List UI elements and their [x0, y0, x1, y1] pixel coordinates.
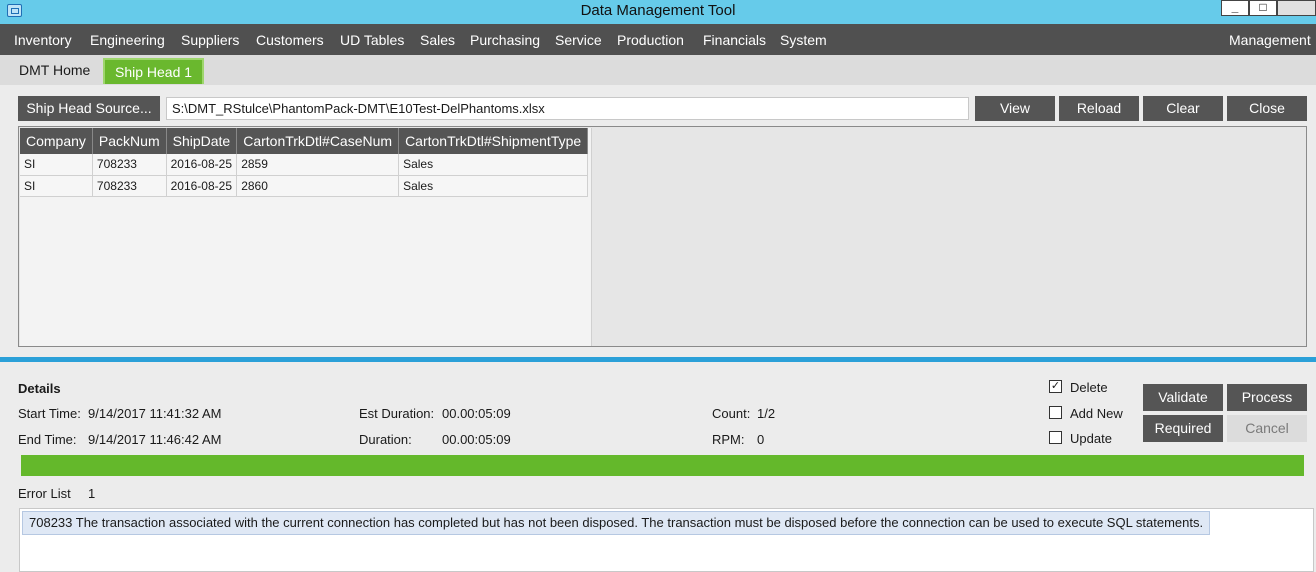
- update-checkbox[interactable]: [1049, 431, 1062, 444]
- column-header-shipmenttype[interactable]: CartonTrkDtl#ShipmentType: [398, 128, 589, 154]
- update-label: Update: [1070, 431, 1112, 446]
- menu-item-management[interactable]: Management: [1229, 32, 1311, 48]
- table-row[interactable]: SI 708233 2016-08-25 2860 Sales: [20, 175, 589, 197]
- grid-header-row: Company PackNum ShipDate CartonTrkDtl#Ca…: [20, 128, 589, 154]
- table-cell[interactable]: 2860: [236, 175, 400, 197]
- details-heading: Details: [18, 381, 61, 396]
- error-list-label: Error List: [18, 486, 71, 501]
- start-time-value: 9/14/2017 11:41:32 AM: [88, 406, 222, 421]
- progress-fill: [21, 455, 1304, 476]
- menu-item-sales[interactable]: Sales: [420, 32, 455, 48]
- title-bar: Data Management Tool _ □: [0, 0, 1316, 24]
- validate-button[interactable]: Validate: [1143, 384, 1223, 411]
- required-button[interactable]: Required: [1143, 415, 1223, 442]
- window-title: Data Management Tool: [580, 2, 736, 19]
- column-header-casenum[interactable]: CartonTrkDtl#CaseNum: [236, 128, 400, 154]
- view-button[interactable]: View: [975, 96, 1055, 121]
- menu-bar: Inventory Engineering Suppliers Customer…: [0, 24, 1316, 55]
- tab-dmt-home[interactable]: DMT Home: [9, 58, 100, 84]
- table-cell[interactable]: 2859: [236, 154, 400, 176]
- table-cell[interactable]: 708233: [92, 175, 167, 197]
- clear-button[interactable]: Clear: [1143, 96, 1223, 121]
- start-time-label: Start Time:: [18, 406, 81, 421]
- count-label: Count:: [712, 406, 751, 421]
- source-button[interactable]: Ship Head Source...: [18, 96, 160, 121]
- close-button[interactable]: Close: [1227, 96, 1307, 121]
- source-path-field[interactable]: S:\DMT_RStulce\PhantomPack-DMT\E10Test-D…: [166, 97, 969, 120]
- error-list[interactable]: 708233 The transaction associated with t…: [19, 508, 1314, 572]
- menu-item-production[interactable]: Production: [617, 32, 684, 48]
- duration-value: 00.00:05:09: [442, 432, 511, 447]
- tab-strip: DMT Home Ship Head 1: [0, 55, 1316, 85]
- data-grid[interactable]: Company PackNum ShipDate CartonTrkDtl#Ca…: [20, 128, 592, 346]
- table-cell[interactable]: Sales: [398, 154, 589, 176]
- column-header-company[interactable]: Company: [20, 128, 93, 154]
- menu-item-customers[interactable]: Customers: [256, 32, 324, 48]
- cancel-button: Cancel: [1227, 415, 1307, 442]
- count-value: 1/2: [757, 406, 776, 421]
- table-cell[interactable]: 2016-08-25: [166, 175, 238, 197]
- rpm-value: 0: [757, 432, 765, 447]
- list-item[interactable]: 708233 The transaction associated with t…: [22, 511, 1211, 535]
- menu-item-service[interactable]: Service: [555, 32, 602, 48]
- menu-item-suppliers[interactable]: Suppliers: [181, 32, 239, 48]
- process-button[interactable]: Process: [1227, 384, 1307, 411]
- end-time-label: End Time:: [18, 432, 77, 447]
- table-cell[interactable]: 2016-08-25: [166, 154, 238, 176]
- error-count: 1: [88, 486, 96, 501]
- menu-item-engineering[interactable]: Engineering: [90, 32, 165, 48]
- menu-item-ud-tables[interactable]: UD Tables: [340, 32, 404, 48]
- maximize-button[interactable]: □: [1249, 0, 1277, 16]
- est-duration-value: 00.00:05:09: [442, 406, 511, 421]
- table-cell[interactable]: SI: [20, 175, 93, 197]
- add-new-checkbox[interactable]: [1049, 406, 1062, 419]
- delete-label: Delete: [1070, 380, 1108, 395]
- delete-checkbox[interactable]: ✓: [1049, 380, 1062, 393]
- table-cell[interactable]: 708233: [92, 154, 167, 176]
- minimize-button[interactable]: _: [1221, 0, 1249, 16]
- est-duration-label: Est Duration:: [359, 406, 435, 421]
- column-header-packnum[interactable]: PackNum: [92, 128, 167, 154]
- table-cell[interactable]: SI: [20, 154, 93, 176]
- menu-item-purchasing[interactable]: Purchasing: [470, 32, 540, 48]
- check-icon: ✓: [1050, 380, 1061, 392]
- duration-label: Duration:: [359, 432, 412, 447]
- add-new-label: Add New: [1070, 406, 1123, 421]
- menu-item-inventory[interactable]: Inventory: [14, 32, 72, 48]
- close-window-button[interactable]: [1277, 0, 1316, 16]
- menu-item-system[interactable]: System: [780, 32, 827, 48]
- data-grid-frame: Company PackNum ShipDate CartonTrkDtl#Ca…: [18, 126, 1307, 347]
- progress-bar: [21, 455, 1304, 476]
- reload-button[interactable]: Reload: [1059, 96, 1139, 121]
- table-cell[interactable]: Sales: [398, 175, 589, 197]
- table-row[interactable]: SI 708233 2016-08-25 2859 Sales: [20, 154, 589, 176]
- menu-item-financials[interactable]: Financials: [703, 32, 766, 48]
- end-time-value: 9/14/2017 11:46:42 AM: [88, 432, 222, 447]
- tab-ship-head[interactable]: Ship Head 1: [103, 58, 205, 84]
- column-header-shipdate[interactable]: ShipDate: [166, 128, 238, 154]
- rpm-label: RPM:: [712, 432, 745, 447]
